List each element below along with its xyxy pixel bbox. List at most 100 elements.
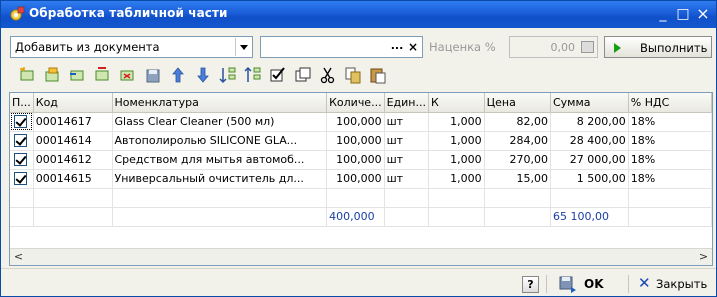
cell-sum: 28 400,00 (550, 131, 629, 151)
calculator-icon[interactable] (581, 41, 594, 53)
empty-row (10, 188, 713, 208)
total-sum: 65 100,00 (550, 206, 629, 227)
action-dropdown-button[interactable] (235, 38, 251, 56)
ok-button[interactable]: OK (554, 273, 626, 295)
minimize-button[interactable]: _ (654, 5, 672, 23)
cell-vat: 18% (628, 169, 713, 189)
row-checkbox[interactable] (14, 172, 27, 186)
check-all-icon[interactable] (268, 65, 288, 85)
divider (546, 275, 547, 293)
table-row[interactable]: 00014617 Glass Clear Cleaner (500 мл) 10… (10, 112, 713, 132)
row-checkbox[interactable] (14, 115, 27, 129)
cell-qty: 100,000 (326, 150, 385, 170)
totals-row: 400,000 65 100,00 (10, 206, 713, 227)
col-header-name[interactable]: Номенклатура (112, 93, 328, 113)
row-checkbox-cell[interactable] (10, 169, 34, 189)
processing-icon (10, 6, 25, 21)
row-checkbox[interactable] (14, 153, 27, 167)
cell-unit: шт (384, 131, 429, 151)
cell-name: Glass Clear Cleaner (500 мл) (112, 112, 328, 132)
row-checkbox[interactable] (14, 134, 27, 148)
total-qty: 400,000 (326, 206, 385, 227)
table-toolbar (18, 65, 658, 87)
cell-qty: 100,000 (326, 169, 385, 189)
window-title: Обработка табличной части (29, 6, 228, 20)
run-button[interactable]: Выполнить (604, 36, 712, 58)
sort-asc-icon[interactable] (218, 65, 238, 85)
cell-price: 270,00 (484, 150, 551, 170)
horizontal-scrollbar[interactable]: < > (10, 248, 712, 265)
footer-bar: ? OK ✕ Закрыть (1, 268, 716, 296)
cell-k: 1,000 (428, 150, 485, 170)
cell-code: 00014614 (33, 131, 113, 151)
title-bar[interactable]: Обработка табличной части _ □ × (1, 1, 716, 28)
chevron-down-icon (240, 45, 248, 50)
col-header-unit[interactable]: Един... (384, 93, 429, 113)
sort-desc-icon[interactable] (243, 65, 263, 85)
cell-k: 1,000 (428, 112, 485, 132)
items-table[interactable]: П... Код Номенклатура Количе... Един... … (9, 92, 713, 266)
delete-row-icon[interactable] (118, 65, 138, 85)
edit-row-icon[interactable] (93, 65, 113, 85)
maximize-button[interactable]: □ (674, 5, 692, 23)
insert-row-icon[interactable] (68, 65, 88, 85)
col-header-sum[interactable]: Сумма (550, 93, 629, 113)
table-header: П... Код Номенклатура Количе... Един... … (10, 93, 713, 113)
document-field[interactable]: ... × (260, 36, 423, 58)
save-close-icon (559, 276, 576, 293)
table-row[interactable]: 00014615 Универсальный очиститель дл... … (10, 169, 713, 189)
cell-code: 00014612 (33, 150, 113, 170)
col-header-price[interactable]: Цена (484, 93, 551, 113)
cell-price: 15,00 (484, 169, 551, 189)
col-header-qty[interactable]: Количе... (326, 93, 385, 113)
document-clear-button[interactable]: × (405, 38, 421, 56)
row-checkbox-cell[interactable] (10, 150, 34, 170)
cut-icon[interactable] (318, 65, 338, 85)
cell-price: 82,00 (484, 112, 551, 132)
table-row[interactable]: 00014612 Средством для мытья автомоб... … (10, 150, 713, 170)
scroll-left-button[interactable]: < (11, 250, 26, 264)
cell-name: Средством для мытья автомоб... (112, 150, 328, 170)
col-header-mark[interactable]: П... (10, 93, 34, 113)
cell-sum: 1 500,00 (550, 169, 629, 189)
markup-field[interactable]: 0,00 (509, 36, 598, 58)
help-button[interactable]: ? (522, 276, 539, 293)
markup-label: Наценка % (429, 40, 496, 54)
copy-row-icon[interactable] (43, 65, 63, 85)
row-checkbox-cell[interactable] (10, 112, 34, 132)
col-header-vat[interactable]: % НДС (628, 93, 713, 113)
cell-name: Автополиролью SILICONE GLA... (112, 131, 328, 151)
items-table-body: П... Код Номенклатура Количе... Един... … (10, 93, 713, 227)
col-header-k[interactable]: К (428, 93, 485, 113)
action-select-value: Добавить из документа (15, 40, 160, 54)
row-checkbox-cell[interactable] (10, 131, 34, 151)
move-down-icon[interactable] (193, 65, 213, 85)
cell-price: 284,00 (484, 131, 551, 151)
close-window-button[interactable]: × (694, 5, 712, 23)
cell-code: 00014617 (33, 112, 113, 132)
copy-icon[interactable] (343, 65, 363, 85)
action-select[interactable]: Добавить из документа (10, 36, 253, 58)
cell-qty: 100,000 (326, 112, 385, 132)
cell-k: 1,000 (428, 131, 485, 151)
uncheck-all-icon[interactable] (293, 65, 313, 85)
cell-k: 1,000 (428, 169, 485, 189)
cell-name: Универсальный очиститель дл... (112, 169, 328, 189)
scroll-right-button[interactable]: > (696, 250, 711, 264)
cell-unit: шт (384, 150, 429, 170)
close-button-label: Закрыть (656, 277, 708, 291)
cell-vat: 18% (628, 131, 713, 151)
markup-value: 0,00 (550, 41, 576, 54)
paste-icon[interactable] (368, 65, 388, 85)
close-button[interactable]: ✕ Закрыть (634, 273, 714, 295)
play-icon (614, 43, 621, 53)
move-up-icon[interactable] (168, 65, 188, 85)
col-header-code[interactable]: Код (33, 93, 113, 113)
cell-unit: шт (384, 169, 429, 189)
document-select-button[interactable]: ... (389, 38, 405, 56)
add-row-icon[interactable] (18, 65, 38, 85)
save-icon[interactable] (143, 65, 163, 85)
cell-unit: шт (384, 112, 429, 132)
cell-code: 00014615 (33, 169, 113, 189)
table-row[interactable]: 00014614 Автополиролью SILICONE GLA... 1… (10, 131, 713, 151)
